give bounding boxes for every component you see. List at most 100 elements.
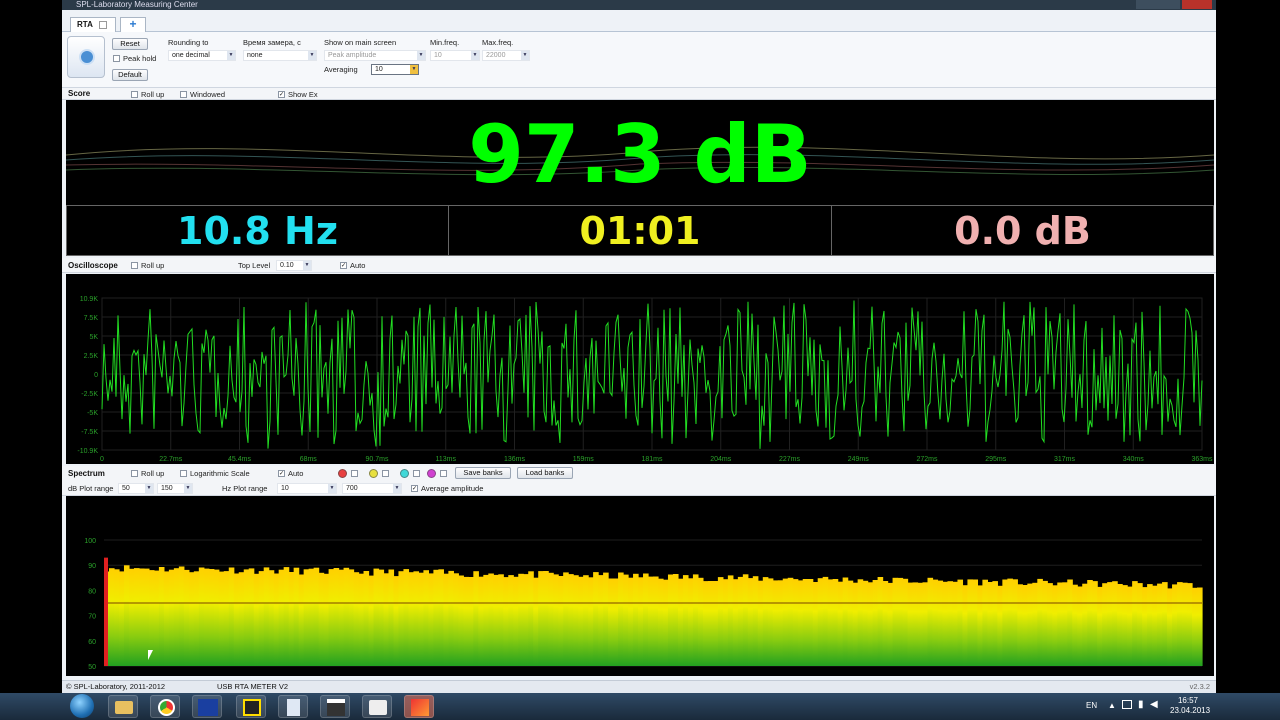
top-level-select[interactable]: 0.10 ▼ bbox=[276, 260, 312, 271]
peak-hold-checkbox[interactable] bbox=[113, 55, 120, 62]
spec-rollup-checkbox[interactable] bbox=[131, 470, 138, 477]
spectrum-bar bbox=[218, 571, 225, 666]
spectrum-bar bbox=[513, 576, 519, 666]
elapsed-time-readout: 01:01 bbox=[448, 205, 832, 256]
show-hidden-icons-icon[interactable]: ▲ bbox=[1108, 701, 1116, 710]
start-button[interactable] bbox=[70, 694, 94, 718]
chart-app-icon[interactable] bbox=[404, 695, 434, 718]
bank-yellow-checkbox[interactable] bbox=[382, 470, 389, 477]
volume-icon[interactable]: ◀ bbox=[1150, 699, 1158, 710]
spectrum-bar bbox=[373, 568, 380, 666]
maximize-button[interactable] bbox=[1158, 0, 1180, 9]
osc-rollup-checkbox[interactable] bbox=[131, 262, 138, 269]
min-freq-input[interactable]: 10 ▼ bbox=[430, 50, 480, 61]
averaging-select[interactable]: 10 ▼ bbox=[371, 64, 419, 75]
spectrum-bar bbox=[378, 569, 385, 666]
score-rollup-checkbox[interactable] bbox=[131, 91, 138, 98]
spectrum-bar bbox=[682, 575, 689, 666]
spec-y-tick: 100 bbox=[84, 538, 96, 545]
show-main-select[interactable]: Peak amplitude ▼ bbox=[324, 50, 426, 61]
spectrum-bar bbox=[623, 574, 629, 666]
db-max-input[interactable]: 150 ▼ bbox=[157, 483, 193, 494]
default-button[interactable]: Default bbox=[112, 69, 148, 81]
spectrum-bar bbox=[198, 567, 205, 666]
window-app-icon[interactable] bbox=[362, 695, 392, 718]
action-center-icon[interactable] bbox=[1122, 700, 1132, 709]
chrome-icon[interactable] bbox=[150, 695, 180, 718]
bank-magenta-indicator[interactable] bbox=[427, 469, 436, 478]
spectrum-bar bbox=[353, 572, 360, 666]
spectrum-bar bbox=[662, 579, 669, 666]
spectrum-bar bbox=[433, 569, 439, 666]
spectrum-bar bbox=[957, 579, 964, 666]
tab-rta[interactable]: RTA bbox=[70, 17, 116, 32]
osc-x-tick: 181ms bbox=[641, 456, 663, 463]
spectrum-bar bbox=[852, 582, 859, 666]
osc-y-tick: 2.5K bbox=[84, 353, 99, 360]
spectrum-bar bbox=[558, 576, 564, 666]
spec-rollup-label: Roll up bbox=[141, 469, 165, 478]
spectrum-bar bbox=[603, 572, 609, 666]
show-ex-checkbox[interactable]: ✓ bbox=[278, 91, 285, 98]
db-min-input[interactable]: 50 ▼ bbox=[118, 483, 154, 494]
spectrum-bar bbox=[1132, 581, 1138, 666]
video-editor-icon[interactable] bbox=[320, 695, 350, 718]
explorer-icon[interactable] bbox=[108, 695, 138, 718]
rounding-select[interactable]: one decimal ▼ bbox=[168, 50, 236, 61]
spl-app-icon[interactable] bbox=[192, 695, 222, 718]
bank-red-indicator[interactable] bbox=[338, 469, 347, 478]
spec-auto-checkbox[interactable]: ✓ bbox=[278, 470, 285, 477]
bank-cyan-indicator[interactable] bbox=[400, 469, 409, 478]
osc-auto-checkbox[interactable]: ✓ bbox=[340, 262, 347, 269]
spectrum-bar bbox=[932, 579, 939, 666]
chevron-down-icon: ▼ bbox=[227, 51, 235, 60]
osc-y-tick: -2.5K bbox=[81, 391, 98, 398]
spec-y-tick: 70 bbox=[88, 614, 96, 621]
bank-magenta-checkbox[interactable] bbox=[440, 470, 447, 477]
osc-auto-label: Auto bbox=[350, 261, 366, 270]
spinner-icon: ▼ bbox=[184, 484, 192, 493]
spectrum-bar bbox=[308, 568, 315, 666]
spectrum-bar bbox=[183, 569, 190, 666]
load-banks-button[interactable]: Load banks bbox=[517, 467, 573, 479]
spectrum-bar bbox=[203, 568, 210, 666]
close-button[interactable] bbox=[1182, 0, 1212, 9]
bank-cyan-checkbox[interactable] bbox=[413, 470, 420, 477]
spectrum-bar bbox=[772, 580, 779, 666]
measure-time-select[interactable]: none ▼ bbox=[243, 50, 317, 61]
mouse-cursor-icon bbox=[148, 650, 158, 660]
log-scale-checkbox[interactable] bbox=[180, 470, 187, 477]
language-indicator[interactable]: EN bbox=[1086, 701, 1097, 710]
spectrum-bar bbox=[657, 578, 664, 666]
save-banks-button[interactable]: Save banks bbox=[455, 467, 511, 479]
bank-yellow-indicator[interactable] bbox=[369, 469, 378, 478]
avg-amplitude-checkbox[interactable]: ✓ bbox=[411, 485, 418, 492]
spectrum-bar bbox=[972, 579, 979, 666]
start-stop-button[interactable] bbox=[67, 36, 105, 78]
spectrum-bar bbox=[633, 573, 639, 666]
spectrum-bar bbox=[987, 582, 993, 666]
spec-y-tick: 60 bbox=[88, 639, 96, 646]
tab-close-icon[interactable] bbox=[98, 20, 107, 29]
hz-max-input[interactable]: 700 ▼ bbox=[342, 483, 402, 494]
network-icon[interactable]: ▮ bbox=[1138, 699, 1144, 710]
spectrum-bar bbox=[178, 566, 185, 666]
clock[interactable]: 16:57 23.04.2013 bbox=[1170, 696, 1210, 716]
minimize-button[interactable] bbox=[1136, 0, 1158, 9]
spectrum-bar bbox=[133, 568, 140, 666]
spectrum-bar bbox=[897, 577, 904, 666]
spectrum-bar bbox=[248, 568, 255, 666]
reset-button[interactable]: Reset bbox=[112, 38, 148, 50]
hz-min-input[interactable]: 10 ▼ bbox=[277, 483, 337, 494]
document-icon[interactable] bbox=[278, 695, 308, 718]
spectrum-bar bbox=[1107, 582, 1113, 666]
max-freq-input[interactable]: 22000 ▼ bbox=[482, 50, 530, 61]
spectrum-bar bbox=[173, 568, 180, 666]
bank-red-checkbox[interactable] bbox=[351, 470, 358, 477]
spectrum-bar bbox=[707, 581, 714, 666]
spectrum-bar bbox=[1137, 583, 1143, 666]
media-app-icon[interactable] bbox=[236, 695, 266, 718]
spectrum-bar bbox=[528, 571, 534, 666]
add-tab-button[interactable]: + bbox=[120, 17, 146, 32]
windowed-checkbox[interactable] bbox=[180, 91, 187, 98]
